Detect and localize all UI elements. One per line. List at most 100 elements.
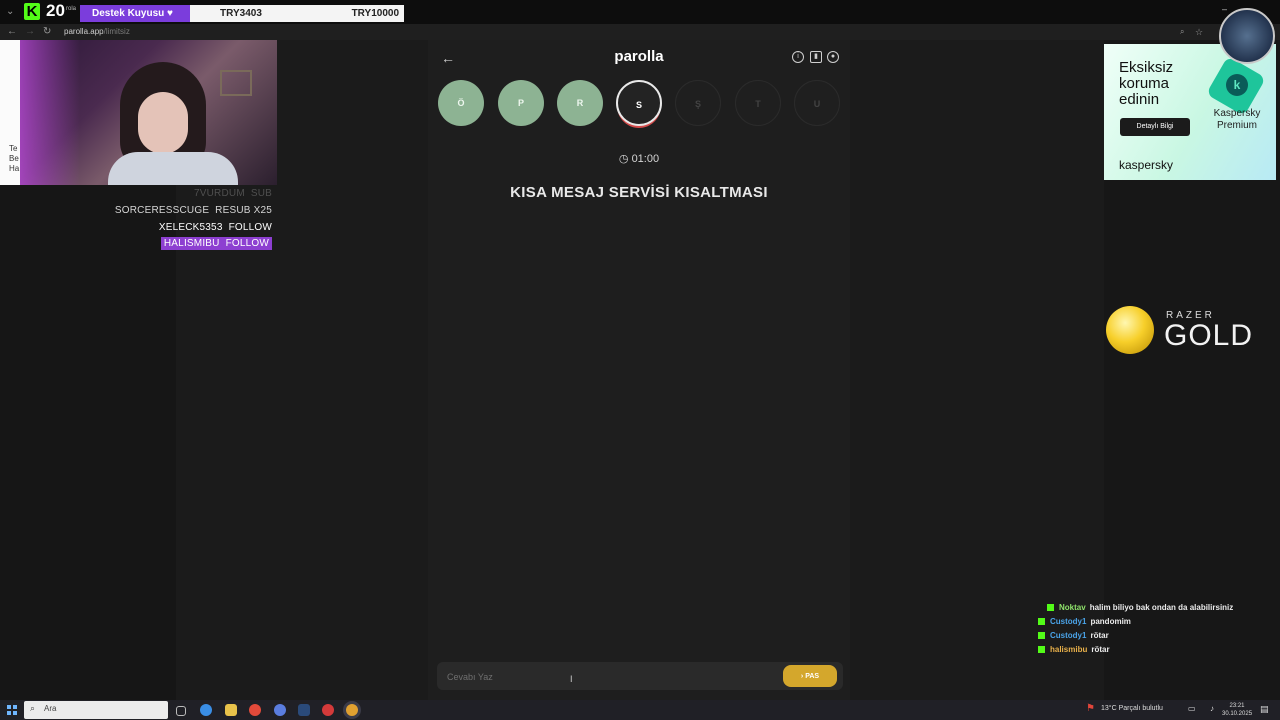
chat-message: Noktav halim biliyo bak ondan da alabilir…: [1047, 603, 1233, 612]
text-cursor-icon: I: [570, 674, 573, 684]
kaspersky-k-icon: k: [1226, 74, 1248, 96]
webcam-wall-frame: [220, 70, 252, 96]
kick-badge-icon: [1047, 604, 1054, 612]
folder-icon[interactable]: [225, 704, 237, 716]
app-icon[interactable]: [200, 704, 212, 716]
letter-bubble: U: [794, 80, 840, 126]
event-type: SUB: [250, 188, 272, 199]
back-nav-icon[interactable]: ←: [7, 25, 17, 39]
razer-coin-icon: [1106, 306, 1154, 354]
chat-text: pandomim: [1090, 617, 1131, 626]
answer-bar: › PAS: [437, 662, 843, 692]
page-margin-right: [850, 40, 1104, 700]
chat-user: Custody1: [1050, 631, 1087, 640]
task-view-icon[interactable]: [176, 706, 186, 716]
url-path: /limitsiz: [103, 27, 130, 36]
page-title: parolla: [614, 48, 664, 65]
pass-label: PAS: [805, 672, 820, 680]
letter-bubble-current: S: [616, 80, 662, 126]
network-icon[interactable]: ▭: [1188, 704, 1196, 713]
letter-bubble: Ş: [675, 80, 721, 126]
url-host: parolla.app: [64, 27, 104, 36]
reload-icon[interactable]: ↻: [43, 25, 51, 39]
letter-bubble: P: [498, 80, 544, 126]
kick-badge-icon: [1038, 618, 1045, 626]
answer-input[interactable]: [445, 662, 769, 692]
ad-details-button[interactable]: Detaylı Bilgi: [1120, 118, 1190, 136]
user-icon[interactable]: ●: [827, 51, 839, 63]
clock-date: 30.10.2025: [1222, 711, 1253, 717]
search-icon: ⌕: [30, 703, 36, 713]
chat-message: Custody1 pandomim: [1038, 617, 1131, 626]
left-panel: [0, 185, 176, 700]
letter-bubble: T: [735, 80, 781, 126]
taskbar-clock[interactable]: 23:21 30.10.2025: [1222, 702, 1252, 718]
steam-icon[interactable]: [298, 704, 310, 716]
donation-goal: TRY10000: [351, 8, 399, 19]
timer-value: 01:00: [631, 153, 660, 165]
forward-nav-icon[interactable]: →: [25, 25, 35, 39]
pass-button[interactable]: › PAS: [783, 665, 837, 687]
webcam-shirt: [108, 152, 238, 185]
zoom-icon[interactable]: ⌕: [1180, 25, 1184, 39]
letter-bubble: Ö: [438, 80, 484, 126]
kaspersky-ad[interactable]: Eksiksiz koruma edinin Detaylı Bilgi k K…: [1104, 44, 1276, 180]
kick-badge-icon: [1038, 646, 1045, 654]
event-type: RESUB X25: [215, 205, 272, 216]
chat-user: Noktav: [1059, 603, 1086, 612]
ad-product: Kaspersky Premium: [1213, 108, 1261, 131]
webcam-face: [138, 92, 188, 154]
app-icon[interactable]: [274, 704, 286, 716]
taskbar: ⌕ Ara ⚑ 13°C Parçalı bulutlu ▭ ♪ 23:21 3…: [0, 700, 1280, 720]
kick-logo-icon: K: [24, 3, 40, 20]
event-item: XELECK5353 FOLLOW: [159, 222, 272, 233]
clock-time: 23:21: [1229, 703, 1245, 709]
browser-toolbar: ← → ↻ parolla.app/limitsiz ⌕ ☆: [0, 24, 1280, 40]
event-item: 7VURDUM SUB: [194, 188, 272, 199]
chat-text: rötar: [1091, 645, 1110, 654]
stats-icon[interactable]: ▮: [810, 51, 822, 63]
kick-badge-icon: [1038, 632, 1045, 640]
kick-count: 20: [46, 1, 65, 20]
browser-tab-title[interactable]: rola: [66, 6, 76, 12]
volume-icon[interactable]: ♪: [1210, 704, 1214, 713]
event-user: SORCERESSCUGE: [114, 205, 210, 216]
chevron-right-icon: ›: [800, 672, 804, 680]
minimize-icon[interactable]: –: [1222, 4, 1227, 14]
dragon-avatar-icon: [1219, 8, 1275, 64]
game-panel: ← parolla i ▮ ● Ö P R S Ş T U ◷ 01:00 KI…: [428, 40, 850, 700]
event-type: FOLLOW: [225, 238, 269, 249]
clock-icon: ◷: [618, 153, 629, 165]
chat-text: rötar: [1090, 631, 1109, 640]
ad-headline: Eksiksiz koruma edinin: [1119, 59, 1174, 108]
donation-label: Destek Kuyusu ♥: [80, 5, 190, 22]
webcam-light: [20, 40, 80, 185]
donation-current: TRY3403: [220, 8, 262, 19]
bookmark-star-icon[interactable]: ☆: [1195, 25, 1203, 39]
weather-text: 13°C Parçalı bulutlu: [1101, 705, 1163, 712]
chat-text: halim biliyo bak ondan da alabilirsiniz: [1089, 603, 1234, 612]
donation-bar: TRY3403 TRY10000: [190, 5, 404, 22]
ad-brand: kaspersky: [1119, 158, 1174, 172]
webcam-feed: [20, 40, 277, 185]
event-user: 7VURDUM: [194, 188, 245, 199]
notification-icon[interactable]: ▤: [1260, 704, 1269, 715]
chat-message: halismibu rötar: [1038, 645, 1110, 654]
address-bar[interactable]: parolla.app/limitsiz: [64, 25, 130, 39]
question-text: KISA MESAJ SERVİSİ KISALTMASI: [510, 184, 768, 201]
event-type: FOLLOW: [228, 222, 272, 233]
chrome-icon[interactable]: [249, 704, 261, 716]
event-item-highlighted: HALISMIBU FOLLOW: [160, 237, 272, 250]
tab-search-icon[interactable]: ⌄: [6, 5, 14, 19]
page-edge-text: Te Be Ha: [9, 144, 20, 173]
search-label: Ara: [44, 704, 57, 713]
windows-start-icon[interactable]: [7, 705, 17, 715]
taskbar-search[interactable]: ⌕ Ara: [24, 701, 168, 719]
chat-user: Custody1: [1050, 617, 1087, 626]
chrome-active-icon[interactable]: [346, 704, 358, 716]
gold-label: GOLD: [1164, 319, 1254, 352]
letter-bubble: R: [557, 80, 603, 126]
event-user: HALISMIBU: [163, 238, 220, 249]
info-icon[interactable]: i: [792, 51, 804, 63]
app-icon[interactable]: [322, 704, 334, 716]
